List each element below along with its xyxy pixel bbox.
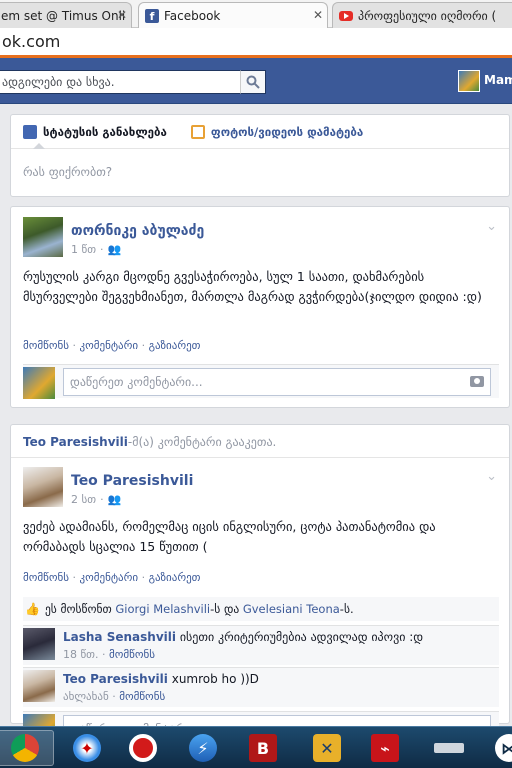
likes-mid: -ს და (210, 602, 240, 616)
windows-taskbar: ✦ ⚡ B ✕ ⌁ ⋈ (0, 726, 512, 768)
story-header: Teo Paresishvili-მ(ა) კომენტარი გააკეთა. (23, 435, 276, 449)
post-text: ვეძებ ადამიანს, რომელმაც იცის ინგლისური,… (23, 519, 436, 554)
search-input[interactable]: ადგილები და სხვა. (0, 70, 266, 94)
taskbar-safari[interactable]: ✦ (58, 730, 116, 766)
avatar (23, 367, 55, 399)
safari-icon: ✦ (73, 734, 101, 762)
divider (11, 457, 509, 458)
tab-title: Facebook (164, 8, 221, 23)
chevron-down-icon[interactable]: ⌄ (486, 469, 497, 484)
post-time[interactable]: 2 სთ (71, 493, 96, 506)
blank-icon (434, 743, 464, 753)
comment-link[interactable]: კომენტარი (79, 339, 138, 352)
comment-time[interactable]: 18 წთ. (63, 648, 99, 661)
post-time[interactable]: 1 წთ (71, 243, 96, 256)
add-photo-video-tab[interactable]: ფოტოს/ვიდეოს დამატება (190, 124, 364, 139)
story-suffix: -მ(ა) კომენტარი გააკეთა. (127, 435, 277, 449)
comment-input[interactable]: დაწერეთ კომენტარი... (63, 368, 491, 396)
search-icon (246, 75, 260, 89)
acrobat-icon: ⌁ (371, 734, 399, 762)
close-icon[interactable]: ✕ (117, 8, 127, 22)
search-button[interactable] (240, 70, 266, 94)
facebook-icon: f (145, 8, 159, 23)
taskbar-opera[interactable] (114, 730, 172, 766)
search-placeholder: ადგილები და სხვა. (2, 75, 115, 89)
comment-like-link[interactable]: მომწონს (109, 648, 155, 661)
status-input[interactable]: რას ფიქრობთ? (11, 149, 509, 195)
opera-icon (129, 734, 157, 762)
tab-title: em set @ Timus Onli (1, 8, 126, 23)
like-link[interactable]: მომწონს (23, 339, 69, 352)
camera-icon[interactable] (470, 376, 484, 387)
status-composer: სტატუსის განახლება ფოტოს/ვიდეოს დამატება… (10, 114, 510, 197)
comment-item: Teo Paresishvili xumrob ho ))D ახლახან ·… (23, 667, 499, 707)
browser-tab-timus[interactable]: em set @ Timus Onli ✕ (0, 2, 132, 28)
bitdefender-icon: B (249, 734, 277, 762)
thumbs-up-icon: 👍 (25, 602, 40, 616)
profile-name-link[interactable]: Mam (484, 73, 512, 87)
tab-title: პროფესიული იღმორი ( (358, 8, 497, 23)
comment-link[interactable]: კომენტარი (79, 571, 138, 584)
comment-box: დაწერეთ კომენტარი... (23, 364, 499, 399)
comment-like-link[interactable]: მომწონს (119, 690, 165, 703)
close-icon[interactable]: ✕ (313, 8, 323, 22)
post-text: რუსულის კარგი მცოდნე გვესაჭიროება, სულ 1… (23, 269, 482, 304)
post-author[interactable]: Teo Paresishvili (71, 473, 193, 489)
comment-avatar[interactable] (23, 628, 55, 660)
facebook-header: ადგილები და სხვა. Mam (0, 58, 512, 104)
youtube-icon (339, 10, 353, 21)
comment-text: xumrob ho ))D (171, 672, 259, 686)
feed-post: თორნიკე აბულაძე 1 წთ · 👥 ⌄ რუსულის კარგი… (10, 206, 510, 408)
like-link[interactable]: მომწონს (23, 571, 69, 584)
network-icon: ✕ (313, 734, 341, 762)
share-link[interactable]: გაზიარეთ (149, 571, 201, 584)
taskbar-chrome[interactable] (0, 730, 54, 766)
comment-author[interactable]: Lasha Senashvili (63, 630, 176, 644)
taskbar-bitdefender[interactable]: B (234, 730, 292, 766)
taskbar-blank[interactable] (420, 730, 478, 766)
comment-text: ისეთი კრიტერიუმებია ადვილად იპოვი :დ (179, 630, 424, 644)
browser-tab-youtube[interactable]: პროფესიული იღმორი ( (332, 2, 512, 28)
address-bar[interactable]: ok.com (0, 28, 512, 58)
url-text: ok.com (2, 32, 61, 51)
liker-link[interactable]: Giorgi Melashvili (115, 602, 210, 616)
thunder-icon: ⚡ (189, 734, 217, 762)
author-avatar[interactable] (23, 217, 63, 257)
story-actor-link[interactable]: Teo Paresishvili (23, 435, 128, 449)
friends-icon: 👥 (107, 243, 122, 256)
friends-icon: 👥 (107, 493, 122, 506)
update-status-tab[interactable]: სტატუსის განახლება (23, 124, 167, 139)
chevron-down-icon[interactable]: ⌄ (486, 219, 497, 234)
media-icon: ⋈ (495, 734, 512, 762)
comment-placeholder: დაწერეთ კომენტარი... (70, 375, 203, 389)
pencil-icon (23, 124, 37, 139)
browser-tab-facebook[interactable]: f Facebook ✕ (138, 2, 328, 28)
status-label: სტატუსის განახლება (43, 124, 167, 139)
photo-icon (190, 124, 205, 139)
taskbar-network[interactable]: ✕ (298, 730, 356, 766)
taskbar-media[interactable]: ⋈ (480, 730, 512, 766)
browser-tab-strip: em set @ Timus Onli ✕ f Facebook ✕ პროფე… (0, 0, 512, 28)
likes-prefix: ეს მოსწონთ (44, 602, 112, 616)
comment-avatar[interactable] (23, 670, 55, 702)
feed-post: Teo Paresishvili-მ(ა) კომენტარი გააკეთა.… (10, 424, 510, 746)
share-link[interactable]: გაზიარეთ (149, 339, 201, 352)
comment-author[interactable]: Teo Paresishvili (63, 672, 168, 686)
comment-item: Lasha Senashvili ისეთი კრიტერიუმებია ადვ… (23, 625, 499, 665)
liker-link[interactable]: Gvelesiani Teona (243, 602, 340, 616)
photo-label: ფოტოს/ვიდეოს დამატება (210, 124, 364, 139)
chrome-icon (11, 734, 39, 762)
tab-pointer (33, 143, 45, 149)
likes-end: -ს. (339, 602, 354, 616)
author-avatar[interactable] (23, 467, 63, 507)
profile-avatar[interactable] (458, 70, 480, 92)
comment-time[interactable]: ახლახან (63, 690, 109, 703)
likes-summary: 👍 ეს მოსწონთ Giorgi Melashvili -ს და Gve… (23, 597, 499, 621)
post-author[interactable]: თორნიკე აბულაძე (71, 223, 204, 239)
taskbar-acrobat[interactable]: ⌁ (356, 730, 414, 766)
taskbar-thunder[interactable]: ⚡ (174, 730, 232, 766)
